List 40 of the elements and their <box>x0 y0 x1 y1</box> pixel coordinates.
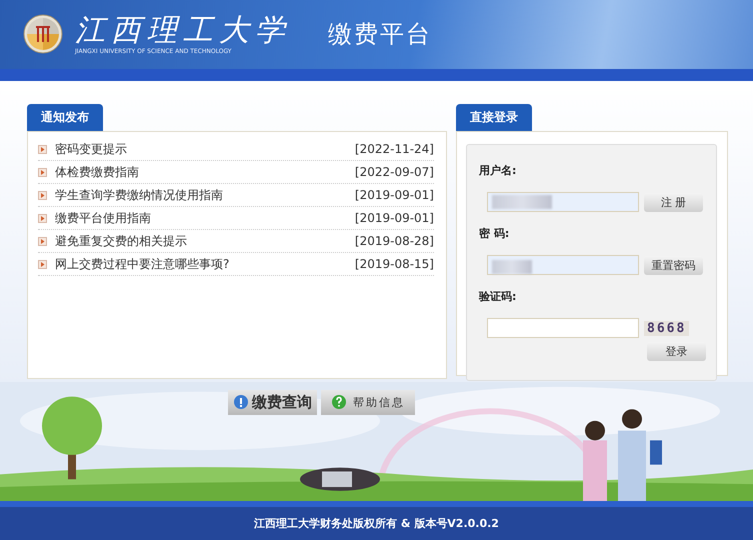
captcha-label: 验证码: <box>479 289 518 304</box>
help-icon <box>331 394 347 410</box>
copyright-text: 江西理工大学财务处版权所有 & 版本号V2.0.0.2 <box>254 516 499 532</box>
bullet-icon <box>38 236 47 246</box>
help-info-button[interactable]: 帮助信息 <box>321 390 415 415</box>
notice-link[interactable]: 缴费平台使用指南 <box>55 210 347 227</box>
platform-title: 缴费平台 <box>328 19 432 50</box>
notice-date: [2019-08-28] <box>354 234 434 248</box>
bullet-icon <box>38 214 47 223</box>
bullet-icon <box>38 168 47 177</box>
blurred-value-mark <box>492 260 532 274</box>
captcha-image: 8668 <box>644 320 690 336</box>
register-button[interactable]: 注 册 <box>644 192 703 212</box>
password-label: 密 码: <box>479 226 510 242</box>
notice-date: [2022-09-07] <box>354 165 434 180</box>
bullet-icon <box>38 144 47 154</box>
notice-link[interactable]: 学生查询学费缴纳情况使用指南 <box>55 186 347 204</box>
captcha-field[interactable] <box>487 318 639 338</box>
username-field[interactable] <box>487 192 639 212</box>
blurred-value-mark <box>492 195 552 210</box>
fee-query-button[interactable]: 缴费查询 <box>228 390 317 415</box>
notice-link[interactable]: 避免重复交费的相关提示 <box>55 232 347 250</box>
notice-date: [2019-08-15] <box>354 257 434 272</box>
password-field[interactable] <box>487 255 639 276</box>
username-label: 用户名: <box>479 163 518 178</box>
notice-date: [2022-11-24] <box>354 142 434 156</box>
notice-link[interactable]: 网上交费过程中要注意哪些事项? <box>55 256 347 273</box>
notice-date: [2019-09-01] <box>354 211 434 226</box>
notice-link[interactable]: 密码变更提示 <box>55 140 347 158</box>
info-bubble-icon <box>233 394 249 410</box>
login-tab[interactable]: 直接登录 <box>456 104 532 132</box>
school-name: 江西理工大学 <box>75 14 291 48</box>
reset-password-button[interactable]: 重置密码 <box>644 256 703 275</box>
bullet-icon <box>38 260 47 269</box>
notices-tab[interactable]: 通知发布 <box>27 104 103 132</box>
school-emblem-icon <box>23 14 63 54</box>
notice-link[interactable]: 体检费缴费指南 <box>55 164 347 181</box>
bullet-icon <box>38 190 47 200</box>
notice-date: [2019-09-01] <box>354 188 434 202</box>
login-button[interactable]: 登录 <box>647 342 706 362</box>
